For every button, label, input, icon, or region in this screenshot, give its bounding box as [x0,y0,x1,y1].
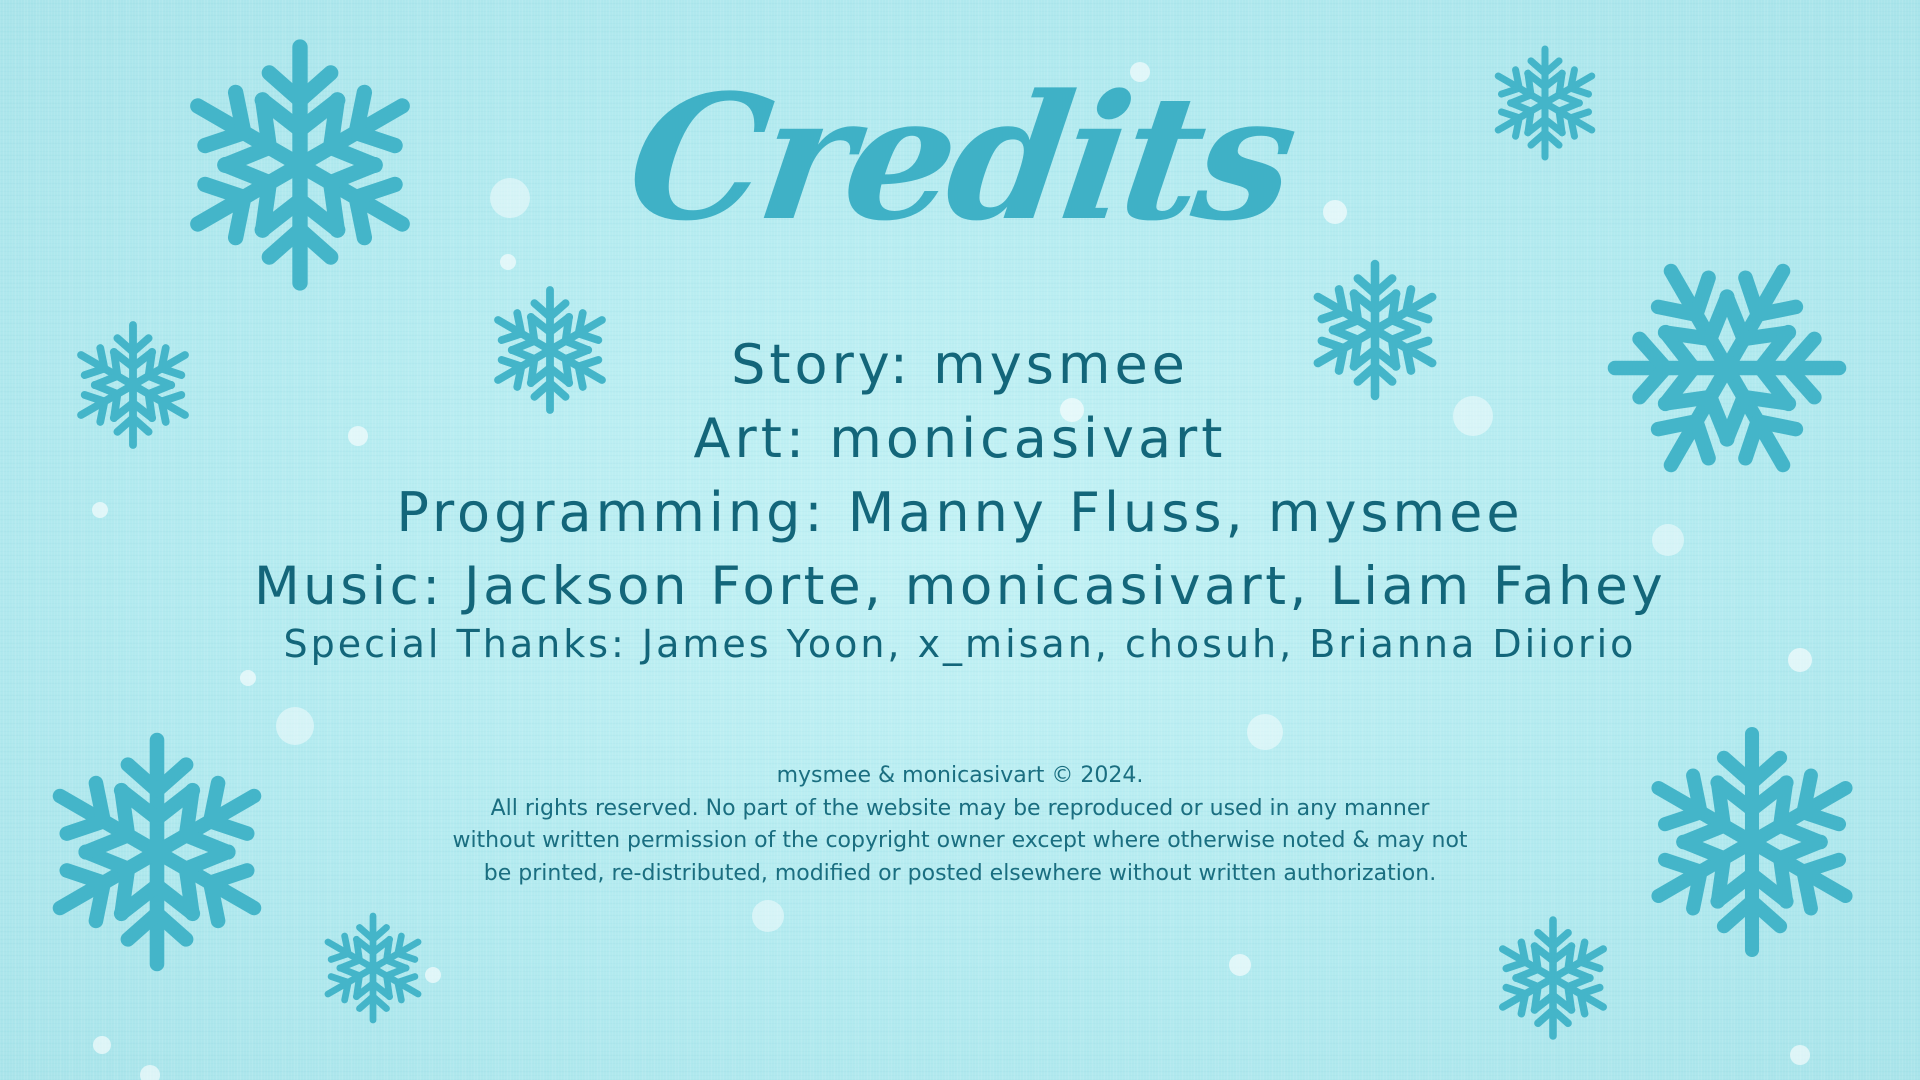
snow-dot [500,254,516,270]
snow-dot [93,1036,111,1054]
credit-programming: Programming: Manny Fluss, mysmee [396,481,1524,544]
credit-art: Art: monicasivart [693,407,1227,470]
credit-special-thanks: Special Thanks: James Yoon, x_misan, cho… [283,622,1637,666]
page-title: Credits [617,56,1303,259]
credits-list: Story: mysmee Art: monicasivart Programm… [0,328,1920,672]
snow-dot [425,967,441,983]
snow-dot [1229,954,1251,976]
copyright-line: be printed, re-distributed, modified or … [483,860,1437,886]
copyright-line: All rights reserved. No part of the webs… [490,795,1430,821]
snow-dot [240,670,256,686]
credit-story: Story: mysmee [731,333,1189,396]
copyright-line: mysmee & monicasivart © 2024. [776,763,1144,788]
snowflake-icon [1499,916,1607,1040]
snow-dot [1790,1045,1810,1065]
copyright-notice: mysmee & monicasivart © 2024. All rights… [0,760,1920,890]
snowflake-icon [324,912,422,1024]
snow-dot [752,900,784,932]
snow-dot [276,707,314,745]
snow-dot [1247,714,1283,750]
snow-dot [140,1065,160,1080]
copyright-line: without written permission of the copyri… [452,828,1468,853]
credit-music: Music: Jackson Forte, monicasivart, Liam… [253,556,1667,617]
